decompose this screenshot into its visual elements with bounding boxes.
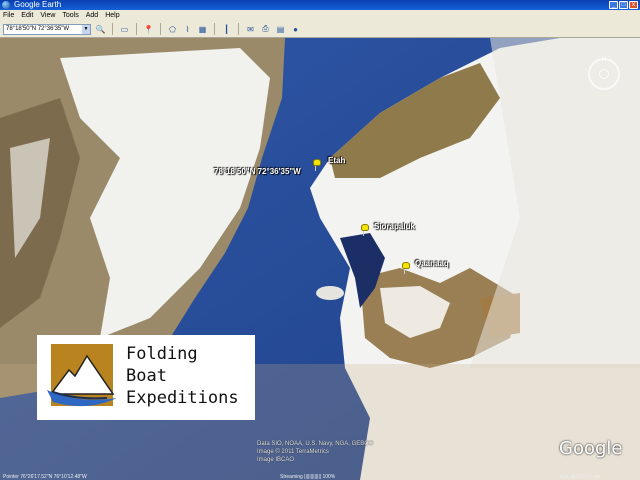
google-logo: Google bbox=[559, 438, 623, 459]
search-input-value: 78°18'50"N 72°36'35"W bbox=[6, 25, 70, 32]
menu-help[interactable]: Help bbox=[105, 10, 119, 21]
compass-icon[interactable]: N bbox=[588, 57, 620, 90]
maximize-button[interactable]: □ bbox=[619, 1, 628, 9]
sidebar-toggle-icon[interactable]: ▭ bbox=[119, 24, 130, 35]
toolbar-separator bbox=[238, 23, 239, 35]
streaming-readout: Streaming ||||||||||||| 100% bbox=[280, 474, 336, 480]
sky-icon[interactable]: ● bbox=[290, 24, 301, 35]
google-earth-icon bbox=[2, 1, 10, 9]
place-label-qaanaaq[interactable]: Qaanaaq bbox=[415, 259, 449, 268]
polygon-icon[interactable]: ⬠ bbox=[167, 24, 178, 35]
toolbar: 78°18'50"N 72°36'35"W ▼ 🔍 ▭ 📍 ⬠ ⌇ ▦ ┃ ✉ … bbox=[0, 21, 640, 38]
ruler-icon[interactable]: ┃ bbox=[221, 24, 232, 35]
place-label-etah[interactable]: Etah bbox=[328, 156, 345, 165]
pointer-readout: Pointer 76°26'17.52"N 76°10'12.48"W bbox=[3, 474, 87, 480]
attribution-line: Image © 2011 TerraMetrics bbox=[257, 449, 329, 455]
compass-north-label: N bbox=[602, 57, 607, 63]
maps-icon[interactable]: ▤ bbox=[275, 24, 286, 35]
compass-ring[interactable] bbox=[599, 69, 609, 79]
folding-boat-logo-card: Folding Boat Expeditions bbox=[37, 335, 255, 420]
menu-tools[interactable]: Tools bbox=[62, 10, 78, 21]
menu-view[interactable]: View bbox=[40, 10, 55, 21]
path-icon[interactable]: ⌇ bbox=[182, 24, 193, 35]
kayak-mountain-logo bbox=[47, 344, 117, 407]
logo-line-2: Boat bbox=[126, 366, 167, 386]
window-title: Google Earth bbox=[14, 0, 62, 9]
search-input[interactable]: 78°18'50"N 72°36'35"W ▼ bbox=[3, 23, 91, 35]
placemark-pin-icon[interactable] bbox=[402, 262, 410, 274]
attribution-line: Image IBCAO bbox=[257, 457, 295, 463]
overlay-icon[interactable]: ▦ bbox=[197, 24, 208, 35]
chevron-down-icon[interactable]: ▼ bbox=[82, 24, 90, 34]
window-controls: _ □ x bbox=[609, 1, 638, 9]
toolbar-separator bbox=[136, 23, 137, 35]
search-icon[interactable]: 🔍 bbox=[95, 24, 106, 35]
status-bar: Pointer 76°26'17.52"N 76°10'12.48"W Stre… bbox=[0, 474, 640, 480]
logo-line-1: Folding bbox=[126, 344, 198, 364]
placemark-icon[interactable]: 📍 bbox=[143, 24, 154, 35]
toolbar-separator bbox=[112, 23, 113, 35]
menu-file[interactable]: File bbox=[3, 10, 14, 21]
logo-text: Folding Boat Expeditions bbox=[126, 343, 239, 409]
minimize-button[interactable]: _ bbox=[609, 1, 618, 9]
toolbar-separator bbox=[160, 23, 161, 35]
menu-add[interactable]: Add bbox=[86, 10, 98, 21]
logo-line-3: Expeditions bbox=[126, 388, 239, 408]
toolbar-separator bbox=[214, 23, 215, 35]
menu-edit[interactable]: Edit bbox=[21, 10, 33, 21]
placemark-pin-icon[interactable] bbox=[361, 224, 369, 236]
title-bar: Google Earth _ □ x bbox=[0, 0, 640, 10]
coordinate-label: 78°18'50"N 72°36'35"W bbox=[214, 167, 301, 176]
email-icon[interactable]: ✉ bbox=[245, 24, 256, 35]
eye-alt-readout: Eye alt 513.16 km bbox=[560, 474, 601, 480]
print-icon[interactable]: ⎙ bbox=[260, 24, 271, 35]
close-button[interactable]: x bbox=[629, 1, 638, 9]
placemark-pin-icon[interactable] bbox=[313, 159, 321, 171]
menu-bar: File Edit View Tools Add Help bbox=[0, 10, 640, 21]
attribution-line: Data SIO, NOAA, U.S. Navy, NGA, GEBCO bbox=[257, 441, 374, 447]
place-label-siorapaluk[interactable]: Siorapaluk bbox=[374, 222, 415, 231]
attribution: Data SIO, NOAA, U.S. Navy, NGA, GEBCO Im… bbox=[257, 440, 373, 464]
